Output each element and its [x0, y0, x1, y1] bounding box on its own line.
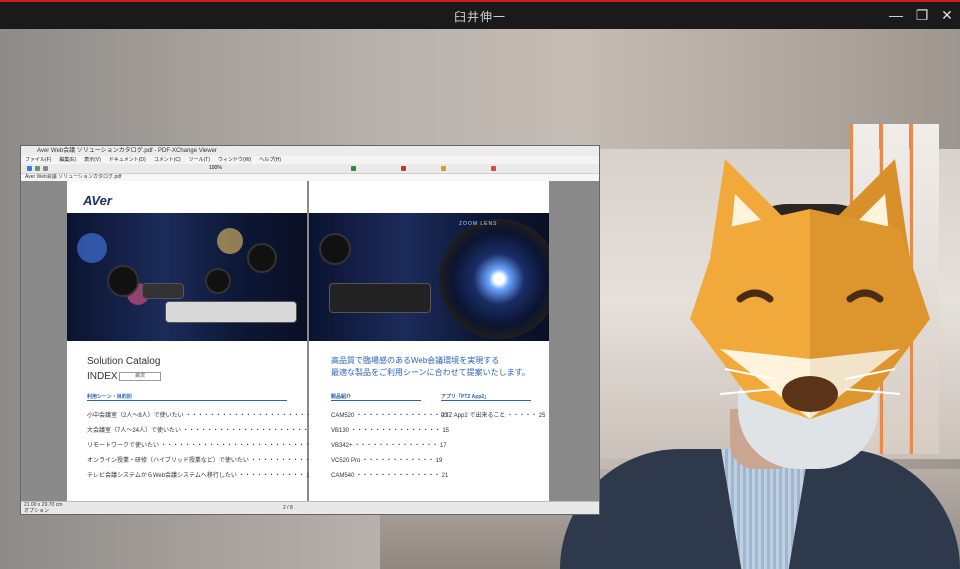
index-label-box: 目次 [119, 372, 161, 381]
product-item[interactable]: VC520 Pro ・・・・・・・・・・・・ 19 [331, 455, 442, 464]
pdf-toolbar: 100% [21, 164, 599, 174]
section-heading: 利用シーン・目的別 [87, 393, 287, 401]
stamp-icon[interactable] [491, 166, 496, 171]
app-item[interactable]: PTZ App2 で出来ること ・・・・・ 25 [441, 410, 545, 419]
document-area[interactable]: AVer Solution Catalog INDEX 目次 利用シーン・目的別… [21, 181, 599, 503]
product-banner-left [67, 213, 307, 341]
save-icon[interactable] [35, 166, 40, 171]
toc-item[interactable]: テレビ会議システムからWeb会議システムへ移行したい ・・・・・・・・・・・ 1… [87, 470, 312, 479]
menu-item[interactable]: ドキュメント(D) [109, 156, 146, 164]
left-page: AVer Solution Catalog INDEX 目次 利用シーン・目的別… [67, 181, 337, 503]
toc-item[interactable]: 小中会議室（2人〜8人）で使いたい ・・・・・・・・・・・・・・・・・・・・・・… [87, 410, 332, 419]
video-stage: Aver Web会議 ソリューションカタログ.pdf - PDF-XChange… [0, 29, 960, 569]
menu-item[interactable]: ツール(T) [189, 156, 210, 164]
pdf-app-title: Aver Web会議 ソリューションカタログ.pdf - PDF-XChange… [21, 146, 599, 156]
aver-logo: AVer [83, 193, 112, 208]
options-button[interactable]: オプション [24, 507, 49, 514]
product-banner-right: ZOOM LENS [309, 213, 549, 341]
zoom-lens-label: ZOOM LENS [459, 221, 498, 227]
fox-mask-icon [690, 159, 930, 419]
headline-line: 最適な製品をご利用シーンに合わせて提案いたします。 [331, 368, 530, 377]
catalog-title: Solution Catalog [87, 356, 161, 367]
window-title: 臼井伸一 [453, 10, 506, 24]
index-title: INDEX [87, 371, 118, 382]
menu-item[interactable]: コメント(C) [154, 156, 181, 164]
open-icon[interactable] [27, 166, 32, 171]
window-titlebar: 臼井伸一 — ❐ ✕ [0, 0, 960, 29]
highlight-icon[interactable] [441, 166, 446, 171]
pdf-viewer-window[interactable]: Aver Web会議 ソリューションカタログ.pdf - PDF-XChange… [20, 145, 600, 515]
right-page: ZOOM LENS 高品質で臨場感のあるWeb会議環境を実現する 最適な製品をご… [309, 181, 549, 503]
product-item[interactable]: VB130 ・・・・・・・・・・・・・・・ 15 [331, 425, 449, 434]
menu-item[interactable]: ヘルプ(H) [259, 156, 281, 164]
close-icon[interactable]: ✕ [937, 6, 957, 24]
product-item[interactable]: VB342+ ・・・・・・・・・・・・・・ 17 [331, 440, 447, 449]
toc-item[interactable]: 大会議室（7人〜24人）で使いたい ・・・・・・・・・・・・・・・・・・・・・・… [87, 425, 329, 434]
markup-icon[interactable] [401, 166, 406, 171]
restore-icon[interactable]: ❐ [912, 6, 932, 24]
pdf-statusbar: 21.00 x 29.70 cm オプション 2 / 8 [21, 501, 599, 514]
menu-item[interactable]: ファイル(F) [25, 156, 51, 164]
headline-line: 高品質で臨場感のあるWeb会議環境を実現する [331, 356, 500, 365]
product-item[interactable]: CAM520 ・・・・・・・・・・・・・・ 13 [331, 410, 448, 419]
minimize-icon[interactable]: — [886, 6, 906, 24]
pdf-menubar: ファイル(F) 編集(E) 表示(V) ドキュメント(D) コメント(C) ツー… [21, 156, 599, 164]
app-heading: アプリ「PTZ App2」 [441, 393, 531, 401]
menu-item[interactable]: 表示(V) [84, 156, 101, 164]
menu-item[interactable]: ウィンドウ(W) [218, 156, 251, 164]
zoom-level[interactable]: 100% [209, 165, 222, 171]
tool-icon[interactable] [351, 166, 356, 171]
toc-item[interactable]: オンライン授業・研修（ハイブリッド授業など）で使いたい ・・・・・・・・・・ 0… [87, 455, 319, 464]
product-item[interactable]: CAM540 ・・・・・・・・・・・・・・ 21 [331, 470, 448, 479]
menu-item[interactable]: 編集(E) [59, 156, 76, 164]
print-icon[interactable] [43, 166, 48, 171]
page-indicator[interactable]: 2 / 8 [283, 505, 293, 511]
toc-item[interactable]: リモートワークで使いたい ・・・・・・・・・・・・・・・・・・・・・・・・・・・… [87, 440, 337, 449]
products-heading: 製品紹介 [331, 393, 421, 401]
